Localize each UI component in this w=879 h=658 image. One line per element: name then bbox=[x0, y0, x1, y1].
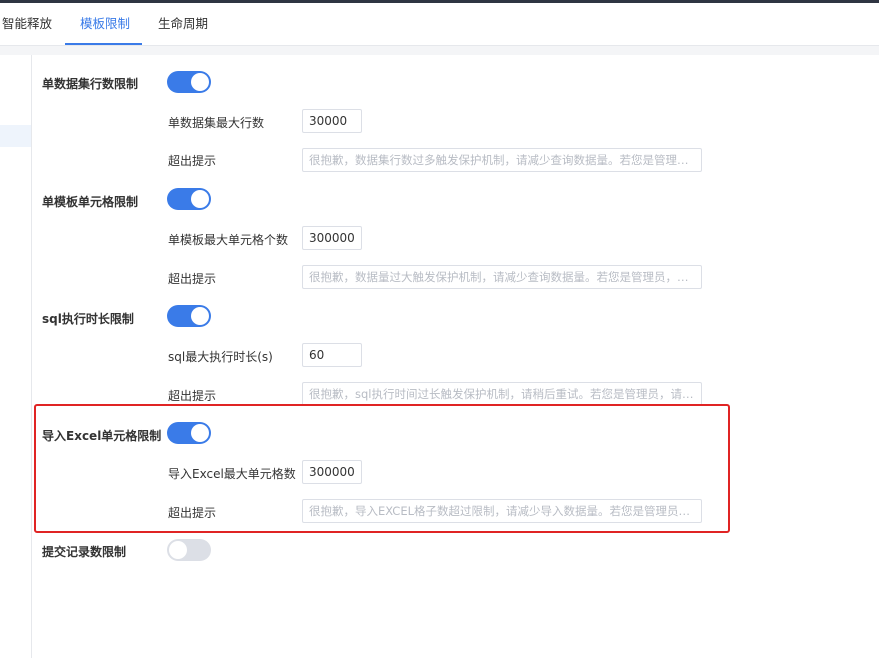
sql-tip-input[interactable] bbox=[302, 382, 702, 406]
dataset-max-rows-input[interactable] bbox=[302, 109, 362, 133]
sql-max-duration-input[interactable] bbox=[302, 343, 362, 367]
template-cells-limit-toggle[interactable] bbox=[167, 188, 211, 210]
excel-import-limit-label: 导入Excel单元格限制 bbox=[42, 429, 162, 443]
toggle-knob bbox=[169, 541, 187, 559]
content-separator bbox=[0, 46, 879, 55]
template-tip-label: 超出提示 bbox=[168, 272, 217, 286]
sql-duration-limit-label: sql执行时长限制 bbox=[42, 312, 134, 326]
toggle-knob bbox=[191, 307, 209, 325]
active-tab-indicator bbox=[65, 43, 142, 45]
submit-records-limit-toggle[interactable] bbox=[167, 539, 211, 561]
excel-tip-label: 超出提示 bbox=[168, 506, 217, 520]
toggle-knob bbox=[191, 73, 209, 91]
left-nav-panel bbox=[0, 55, 32, 658]
excel-import-limit-toggle[interactable] bbox=[167, 422, 211, 444]
dataset-tip-input[interactable] bbox=[302, 148, 702, 172]
sql-max-duration-label: sql最大执行时长(s) bbox=[168, 350, 273, 364]
tab-lifecycle[interactable]: 生命周期 bbox=[158, 3, 208, 45]
dataset-max-rows-label: 单数据集最大行数 bbox=[168, 116, 265, 130]
sql-tip-label: 超出提示 bbox=[168, 389, 217, 403]
sql-duration-limit-toggle[interactable] bbox=[167, 305, 211, 327]
template-max-cells-input[interactable] bbox=[302, 226, 362, 250]
toggle-knob bbox=[191, 424, 209, 442]
tab-template-limit[interactable]: 模板限制 bbox=[80, 3, 130, 45]
tab-bar: 智能释放 模板限制 生命周期 bbox=[0, 3, 879, 46]
template-max-cells-label: 单模板最大单元格个数 bbox=[168, 233, 289, 247]
dataset-rows-limit-label: 单数据集行数限制 bbox=[42, 77, 139, 91]
dataset-tip-label: 超出提示 bbox=[168, 154, 217, 168]
excel-max-cells-input[interactable] bbox=[302, 460, 362, 484]
template-cells-limit-label: 单模板单元格限制 bbox=[42, 195, 139, 209]
excel-max-cells-label: 导入Excel最大单元格数 bbox=[168, 467, 296, 481]
template-tip-input[interactable] bbox=[302, 265, 702, 289]
tab-smart-release[interactable]: 智能释放 bbox=[2, 3, 52, 45]
submit-records-limit-label: 提交记录数限制 bbox=[42, 545, 127, 559]
toggle-knob bbox=[191, 190, 209, 208]
left-nav-selected-item[interactable] bbox=[0, 125, 31, 147]
excel-tip-input[interactable] bbox=[302, 499, 702, 523]
dataset-rows-limit-toggle[interactable] bbox=[167, 71, 211, 93]
